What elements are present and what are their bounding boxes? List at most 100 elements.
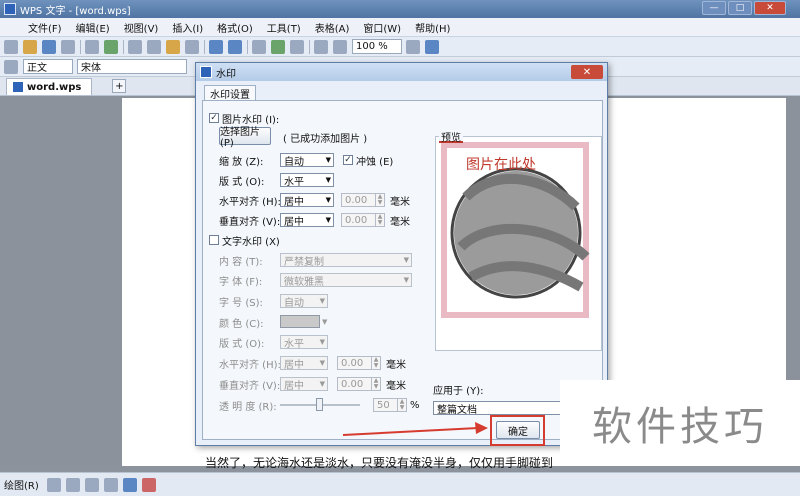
scale-select[interactable]: 自动 ▼ xyxy=(280,153,334,168)
dropdown-arrow-icon: ▼ xyxy=(325,176,331,184)
text-halign-select[interactable]: 居中 ▼ xyxy=(280,356,328,371)
ellipse-icon[interactable] xyxy=(103,477,118,492)
drawing-menu[interactable]: 绘图(R) xyxy=(4,477,39,492)
menu-edit[interactable]: 编辑(E) xyxy=(69,20,117,35)
minimize-button[interactable]: — xyxy=(702,1,726,15)
valign-spinner[interactable]: 0.00 ▲ ▼ xyxy=(341,213,385,227)
style-select[interactable]: 正文 xyxy=(23,59,73,74)
size-label: 字 号 (S): xyxy=(219,297,263,309)
text-halign-spinner[interactable]: 0.00 ▲ ▼ xyxy=(337,356,381,370)
paste-icon[interactable] xyxy=(166,39,180,54)
zoom-select[interactable]: 100 % xyxy=(352,39,402,54)
dropdown-arrow-icon: ▼ xyxy=(325,196,331,204)
menu-table[interactable]: 表格(A) xyxy=(308,20,357,35)
dropdown-arrow-icon: ▼ xyxy=(325,216,331,224)
rectangle-icon[interactable] xyxy=(84,477,99,492)
font-color-icon[interactable] xyxy=(141,477,156,492)
spinner-arrows-icon: ▲ ▼ xyxy=(371,378,380,390)
drawing-toolbar: 绘图(R) xyxy=(0,472,800,496)
cut-icon[interactable] xyxy=(128,39,142,54)
text-watermark-checkbox[interactable]: 文字水印 (X) xyxy=(209,233,280,248)
dropdown-arrow-icon: ▼ xyxy=(319,380,325,388)
open-icon[interactable] xyxy=(23,39,37,54)
menu-view[interactable]: 视图(V) xyxy=(117,20,166,35)
new-tab-button[interactable]: + xyxy=(112,79,127,93)
scale-label: 缩 放 (Z): xyxy=(219,156,264,168)
window-controls: — □ ✕ xyxy=(700,1,786,15)
text-valign-select[interactable]: 居中 ▼ xyxy=(280,377,328,392)
tab-word-wps[interactable]: word.wps xyxy=(6,78,93,95)
transparency-unit: % xyxy=(410,399,420,411)
watermark-dialog: 水印 ✕ 水印设置 ✓ 图片水印 (I): 选择图片 (P) ( 已成功添加图片… xyxy=(195,62,608,446)
ok-button[interactable]: 确定 xyxy=(496,421,540,439)
menu-insert[interactable]: 插入(I) xyxy=(165,20,210,35)
redo-icon[interactable] xyxy=(228,39,242,54)
text-halign-unit: 毫米 xyxy=(386,359,406,371)
new-icon[interactable] xyxy=(4,39,18,54)
dropdown-arrow-icon: ▼ xyxy=(319,359,325,367)
size-select[interactable]: 自动 ▼ xyxy=(280,294,328,309)
chart-icon[interactable] xyxy=(271,39,285,54)
spinner-arrows-icon: ▲ ▼ xyxy=(371,357,380,369)
menu-window[interactable]: 窗口(W) xyxy=(356,20,408,35)
picture-status: ( 已成功添加图片 ) xyxy=(283,133,368,145)
styles-icon[interactable] xyxy=(4,59,18,74)
tab-watermark-settings[interactable]: 水印设置 xyxy=(204,85,256,101)
find-icon[interactable] xyxy=(406,39,420,54)
fill-color-icon[interactable] xyxy=(122,477,137,492)
text-valign-spinner[interactable]: 0.00 ▲ ▼ xyxy=(337,377,381,391)
format-painter-icon[interactable] xyxy=(185,39,199,54)
apply-select[interactable]: 整篇文档 xyxy=(433,401,563,416)
drawing-icon[interactable] xyxy=(314,39,328,54)
transparency-spinner[interactable]: 50 ▲ ▼ xyxy=(373,398,407,412)
preview-box: 图片在此处 xyxy=(435,136,602,351)
columns-icon[interactable] xyxy=(290,39,304,54)
select-picture-button[interactable]: 选择图片 (P) xyxy=(219,127,271,149)
dialog-close-button[interactable]: ✕ xyxy=(571,65,603,79)
show-marks-icon[interactable] xyxy=(333,39,347,54)
apply-label: 应用于 (Y): xyxy=(433,385,484,397)
washout-checkbox[interactable]: ✓ 冲蚀 (E) xyxy=(343,153,393,168)
text-layout-select[interactable]: 水平 ▼ xyxy=(280,335,328,350)
content-label: 内 容 (T): xyxy=(219,256,263,268)
dropdown-arrow-icon: ▼ xyxy=(403,276,409,284)
menu-help[interactable]: 帮助(H) xyxy=(408,20,457,35)
line-icon[interactable] xyxy=(65,477,80,492)
dropdown-arrow-icon: ▼ xyxy=(319,338,325,346)
menu-tools[interactable]: 工具(T) xyxy=(260,20,308,35)
select-arrow-icon[interactable] xyxy=(46,477,61,492)
layout-select[interactable]: 水平 ▼ xyxy=(280,173,334,188)
halign-spinner[interactable]: 0.00 ▲ ▼ xyxy=(341,193,385,207)
help-icon[interactable] xyxy=(425,39,439,54)
save-icon[interactable] xyxy=(42,39,56,54)
preview-placeholder: 图片在此处 xyxy=(466,157,536,173)
spellcheck-icon[interactable] xyxy=(104,39,118,54)
font-select[interactable]: 宋体 xyxy=(77,59,187,74)
standard-toolbar: 100 % xyxy=(0,37,800,57)
preview-image: 图片在此处 xyxy=(436,137,601,322)
halign-unit: 毫米 xyxy=(390,196,410,208)
layout-label: 版 式 (O): xyxy=(219,176,265,188)
menu-file[interactable]: 文件(F) xyxy=(0,20,69,35)
preview-label: 预览 xyxy=(439,131,463,144)
dialog-title: 水印 xyxy=(216,68,236,80)
print-icon[interactable] xyxy=(61,39,75,54)
color-swatch[interactable] xyxy=(280,315,320,328)
content-select[interactable]: 严禁复制 ▼ xyxy=(280,253,412,268)
color-dropdown-arrow-icon[interactable]: ▼ xyxy=(322,315,327,329)
print-preview-icon[interactable] xyxy=(85,39,99,54)
undo-icon[interactable] xyxy=(209,39,223,54)
title-bar: WPS 文字 - [word.wps] — □ ✕ xyxy=(0,0,800,18)
document-icon xyxy=(13,82,23,92)
copy-icon[interactable] xyxy=(147,39,161,54)
halign-select[interactable]: 居中 ▼ xyxy=(280,193,334,208)
close-window-button[interactable]: ✕ xyxy=(754,1,786,15)
font-select[interactable]: 微软雅黑 ▼ xyxy=(280,273,412,288)
transparency-slider-thumb[interactable] xyxy=(316,398,323,411)
valign-select[interactable]: 居中 ▼ xyxy=(280,213,334,228)
maximize-button[interactable]: □ xyxy=(728,1,752,15)
color-label: 颜 色 (C): xyxy=(219,318,264,330)
text-valign-label: 垂直对齐 (V): xyxy=(219,380,281,392)
menu-format[interactable]: 格式(O) xyxy=(210,20,260,35)
table-icon[interactable] xyxy=(252,39,266,54)
